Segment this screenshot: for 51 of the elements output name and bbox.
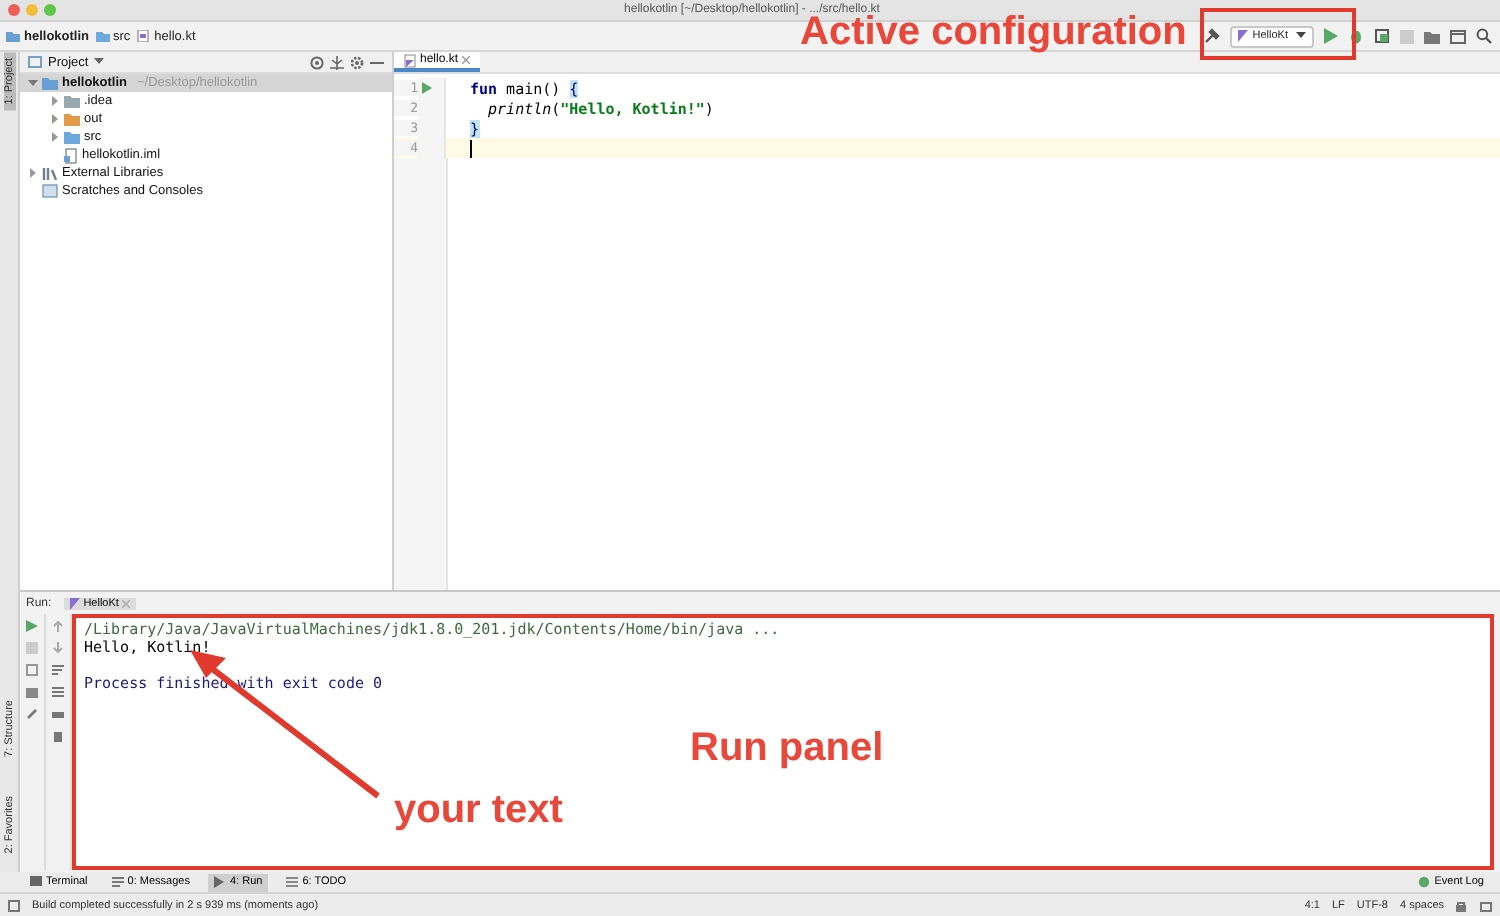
run-icon[interactable] — [1324, 28, 1338, 44]
coverage-icon[interactable] — [1374, 28, 1390, 44]
folder-icon — [95, 30, 109, 42]
expanded-arrow-icon[interactable] — [27, 78, 37, 88]
run-gutter-icon[interactable] — [422, 82, 432, 94]
event-log-icon — [1418, 876, 1431, 888]
collapsed-arrow-icon[interactable] — [27, 168, 37, 178]
hammer-icon[interactable] — [1204, 28, 1221, 44]
panel-icon — [28, 56, 42, 68]
tool-icon — [111, 876, 124, 888]
bug-icon[interactable] — [1348, 28, 1364, 44]
close-icon[interactable] — [462, 56, 471, 64]
pin-icon[interactable] — [26, 708, 38, 720]
wrap-icon[interactable] — [52, 664, 64, 676]
settings-icon[interactable] — [350, 55, 364, 69]
folder-icon[interactable] — [1424, 29, 1440, 43]
caret-icon[interactable] — [94, 58, 105, 66]
restore-icon[interactable] — [26, 664, 38, 676]
tool-icon — [213, 876, 226, 888]
caret-icon — [1296, 32, 1306, 40]
file-icon — [64, 147, 78, 163]
console-icon — [42, 184, 58, 198]
kotlin-icon — [1238, 30, 1249, 42]
library-icon — [42, 166, 58, 180]
print-icon[interactable] — [52, 708, 64, 720]
scroll-end-icon[interactable] — [52, 686, 64, 698]
collapse-icon[interactable] — [330, 55, 344, 69]
window-icon[interactable] — [1450, 29, 1466, 43]
target-icon[interactable] — [310, 55, 324, 69]
rerun-icon[interactable] — [26, 620, 38, 632]
up-arrow-icon[interactable] — [52, 620, 64, 632]
annotation-label: Run panel — [690, 728, 884, 768]
kotlin-icon — [69, 597, 80, 609]
layout-icon[interactable] — [8, 899, 20, 911]
inspector-icon[interactable] — [1480, 899, 1492, 911]
search-icon[interactable] — [1476, 28, 1492, 44]
folder-icon — [6, 30, 20, 42]
trash-icon[interactable] — [52, 730, 64, 742]
collapsed-arrow-icon[interactable] — [49, 96, 59, 106]
collapsed-arrow-icon[interactable] — [49, 114, 59, 124]
annotation-label: your text — [394, 790, 563, 830]
camera-icon[interactable] — [26, 686, 38, 698]
collapsed-arrow-icon[interactable] — [49, 132, 59, 142]
lock-icon[interactable] — [1456, 899, 1468, 911]
annotation-label: Active configuration — [800, 12, 1187, 52]
tool-icon — [30, 876, 42, 888]
down-arrow-icon[interactable] — [52, 642, 64, 654]
text-cursor — [470, 139, 472, 157]
file-icon — [136, 30, 151, 42]
tool-icon — [286, 876, 299, 888]
kotlin-file-icon — [404, 53, 416, 67]
